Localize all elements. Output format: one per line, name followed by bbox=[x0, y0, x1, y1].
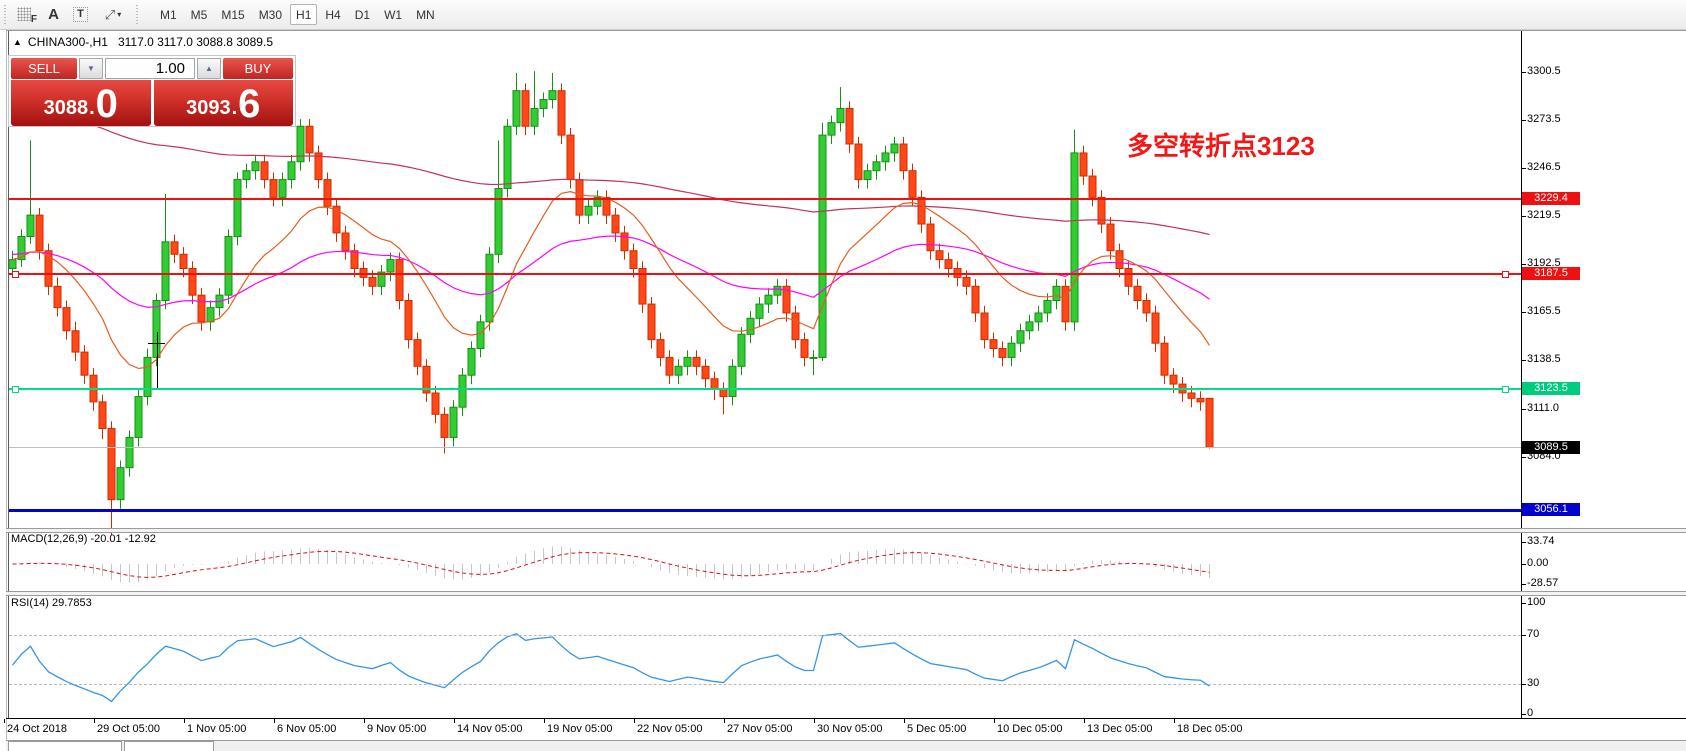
time-axis-line bbox=[6, 718, 1686, 719]
sell-button[interactable]: SELL bbox=[11, 58, 77, 79]
toolbar-grip[interactable] bbox=[136, 5, 141, 25]
chart-title-row: ▲ CHINA300-,H1 3117.0 3117.0 3088.8 3089… bbox=[13, 35, 273, 49]
up-arrow-icon: ▲ bbox=[205, 64, 213, 73]
arrows-tool-icon[interactable]: ⤢ ▾ bbox=[94, 3, 132, 27]
macd-indicator-label: MACD(12,26,9) -20.01 -12.92 bbox=[11, 533, 156, 545]
grid-tool-letter: F bbox=[31, 14, 37, 25]
timeframe-m1[interactable]: M1 bbox=[154, 4, 183, 25]
rsi-indicator-label: RSI(14) 29.7853 bbox=[11, 597, 92, 609]
volume-increase-button[interactable]: ▲ bbox=[197, 58, 221, 79]
down-arrow-icon: ▼ bbox=[87, 64, 95, 73]
crosshair-vertical-line bbox=[157, 332, 158, 388]
dots-pattern-icon bbox=[17, 7, 31, 21]
chart-annotation[interactable]: 多空转折点3123 bbox=[1127, 126, 1315, 163]
toolbar-grip[interactable] bbox=[4, 5, 9, 25]
macd-rsi-splitter[interactable] bbox=[6, 591, 1686, 596]
bid-main-digits: 3088 bbox=[44, 93, 89, 123]
ask-dot: . bbox=[232, 93, 238, 123]
ask-pip-digit: 6 bbox=[238, 85, 260, 123]
chart-left-frame bbox=[8, 31, 9, 719]
ask-main-digits: 3093 bbox=[186, 93, 231, 123]
chart-tabs-bar bbox=[6, 740, 1686, 751]
ohlc-values: 3117.0 3117.0 3088.8 3089.5 bbox=[118, 35, 273, 49]
timeframe-m15[interactable]: M15 bbox=[215, 4, 250, 25]
text-tool-icon[interactable]: A bbox=[40, 3, 67, 27]
dropdown-caret-icon: ▾ bbox=[117, 10, 121, 19]
arrows-glyph-icon: ⤢ bbox=[105, 7, 115, 23]
buy-button[interactable]: BUY bbox=[223, 58, 293, 79]
main-macd-splitter[interactable] bbox=[6, 528, 1686, 533]
text-label-tool-icon[interactable]: T bbox=[67, 3, 94, 27]
chart-tab[interactable] bbox=[124, 741, 214, 751]
timeframe-h4[interactable]: H4 bbox=[319, 4, 346, 25]
timeframe-mn[interactable]: MN bbox=[410, 4, 441, 25]
buy-price[interactable]: 3093 . 6 bbox=[154, 80, 294, 126]
trade-controls-row: SELL ▼ ▲ BUY bbox=[11, 58, 293, 79]
timeframe-d1[interactable]: D1 bbox=[349, 4, 376, 25]
timeframe-toolbar: M1 M5 M15 M30 H1 H4 D1 W1 MN bbox=[153, 4, 442, 25]
crosshair-horizontal-line bbox=[148, 343, 165, 344]
trade-prices-row: 3088 . 0 3093 . 6 bbox=[11, 80, 293, 126]
timeframe-w1[interactable]: W1 bbox=[378, 4, 408, 25]
volume-input[interactable] bbox=[105, 58, 195, 79]
toolbar: F A T ⤢ ▾ M1 M5 M15 M30 H1 H4 D1 W1 MN bbox=[0, 0, 1686, 30]
volume-decrease-button[interactable]: ▼ bbox=[79, 58, 103, 79]
one-click-trading-panel: SELL ▼ ▲ BUY 3088 . 0 3093 . 6 bbox=[8, 55, 296, 127]
timeframe-h1[interactable]: H1 bbox=[290, 4, 317, 25]
bid-dot: . bbox=[89, 93, 95, 123]
timeframe-m5[interactable]: M5 bbox=[185, 4, 214, 25]
text-tool-letter: A bbox=[48, 6, 59, 23]
grid-tool-icon[interactable]: F bbox=[13, 3, 40, 27]
text-label-letter: T bbox=[73, 7, 88, 22]
timeframe-m30[interactable]: M30 bbox=[253, 4, 288, 25]
mt4-window: F A T ⤢ ▾ M1 M5 M15 M30 H1 H4 D1 W1 MN 3… bbox=[0, 0, 1686, 751]
chart-title: CHINA300-,H1 bbox=[28, 35, 108, 49]
chart-tab[interactable] bbox=[8, 741, 122, 751]
collapse-icon[interactable]: ▲ bbox=[13, 37, 22, 47]
price-axis-border bbox=[1521, 31, 1522, 719]
sell-price[interactable]: 3088 . 0 bbox=[11, 80, 151, 126]
bid-pip-digit: 0 bbox=[96, 85, 118, 123]
